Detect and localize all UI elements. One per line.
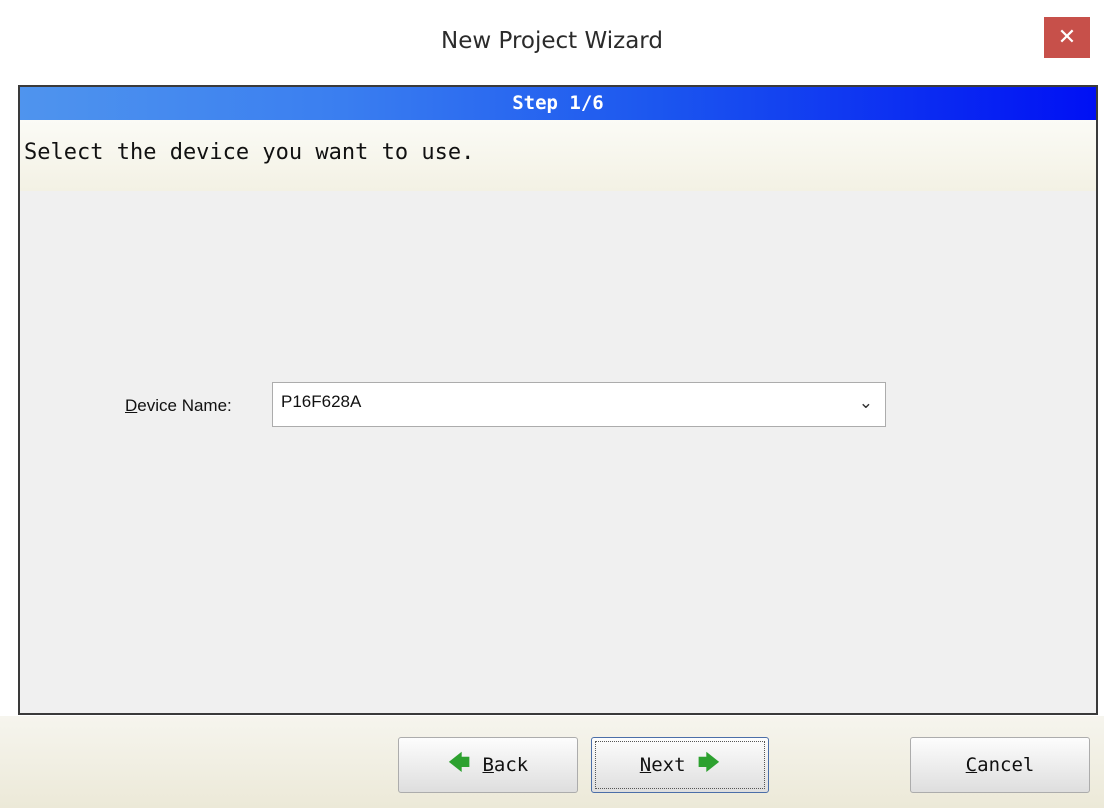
device-name-dropdown[interactable]: P16F628A ⌄ [272,382,886,427]
arrow-left-icon: 🡄 [447,751,471,776]
back-button[interactable]: 🡄 Back [398,737,578,793]
window-title: New Project Wizard [441,28,663,54]
step-indicator: Step 1/6 [512,92,604,114]
next-button[interactable]: Next 🡆 [591,737,769,793]
wizard-panel: Step 1/6 Select the device you want to u… [18,85,1098,715]
instruction-text: Select the device you want to use. [24,140,475,165]
close-icon: ✕ [1057,25,1077,50]
back-button-mnemonic: B [482,754,494,776]
device-name-label-mnemonic: D [125,396,138,415]
cancel-button-mnemonic: C [965,754,978,776]
cancel-button-label: ancel [977,754,1035,776]
arrow-right-icon: 🡆 [697,751,721,776]
device-name-label: Device Name: [125,396,232,416]
device-name-value: P16F628A [281,392,362,411]
chevron-down-icon[interactable]: ⌄ [859,393,873,413]
cancel-button[interactable]: Cancel [910,737,1090,793]
step-header: Step 1/6 [20,87,1096,120]
instruction-header: Select the device you want to use. [20,120,1096,191]
next-button-label: ext [651,754,686,776]
next-button-mnemonic: N [639,754,652,776]
back-button-label: ack [493,754,529,776]
title-bar: New Project Wizard ✕ [0,0,1104,86]
device-name-label-text: evice Name: [137,396,232,415]
close-button[interactable]: ✕ [1044,17,1090,58]
